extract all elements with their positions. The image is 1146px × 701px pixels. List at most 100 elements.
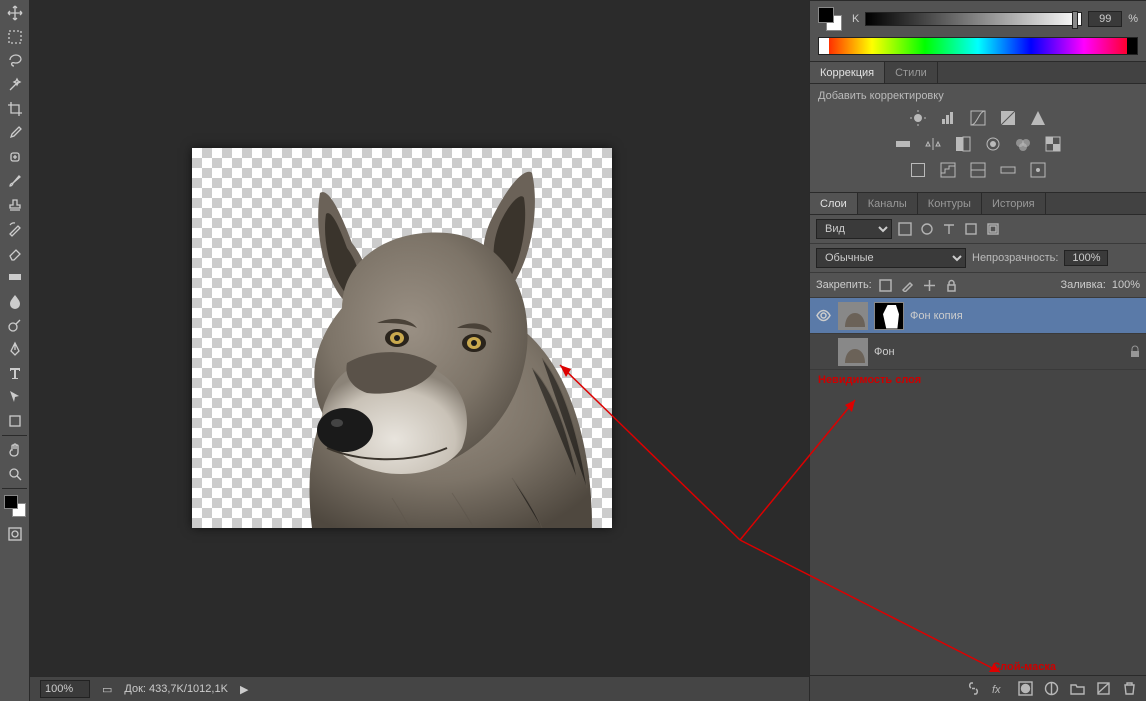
layer-thumbnail[interactable] (838, 302, 868, 330)
gradient-tool-icon[interactable] (3, 266, 27, 288)
balance-icon[interactable] (922, 134, 944, 154)
fill-value[interactable]: 100% (1112, 279, 1140, 291)
tab-channels[interactable]: Каналы (858, 193, 918, 214)
tab-history[interactable]: История (982, 193, 1046, 214)
stamp-tool-icon[interactable] (3, 194, 27, 216)
document-canvas[interactable] (192, 148, 612, 528)
filter-smart-icon[interactable] (984, 220, 1002, 238)
annotation-mask: Слой-маска (992, 661, 1056, 673)
history-brush-icon[interactable] (3, 218, 27, 240)
add-adjustment-label: Добавить корректировку (818, 90, 1138, 102)
lasso-tool-icon[interactable] (3, 50, 27, 72)
channel-label: K (852, 13, 859, 25)
chevron-right-icon[interactable]: ▶ (240, 683, 248, 696)
color-panel: K 99 % (810, 0, 1146, 61)
status-icon: ▭ (102, 683, 112, 696)
lock-position-icon[interactable] (922, 277, 938, 293)
tab-styles[interactable]: Стили (885, 62, 938, 83)
blur-tool-icon[interactable] (3, 290, 27, 312)
right-panels: K 99 % Коррекция Стили Добавить корректи… (809, 0, 1146, 701)
zoom-field[interactable] (40, 680, 90, 698)
tab-adjustments[interactable]: Коррекция (810, 62, 885, 83)
annotation-visibility: Невидимость слоя (810, 370, 1146, 390)
invert-icon[interactable] (907, 160, 929, 180)
vibrance-icon[interactable] (1027, 108, 1049, 128)
filter-image-icon[interactable] (896, 220, 914, 238)
shape-tool-icon[interactable] (3, 410, 27, 432)
lock-transparent-icon[interactable] (878, 277, 894, 293)
gradient-map-icon[interactable] (997, 160, 1019, 180)
blend-mode-select[interactable]: Обычные (816, 248, 966, 268)
opacity-value[interactable]: 100% (1064, 250, 1108, 266)
crop-tool-icon[interactable] (3, 98, 27, 120)
layers-panel: Слои Каналы Контуры История Вид Обычные … (810, 192, 1146, 701)
healing-tool-icon[interactable] (3, 146, 27, 168)
move-tool-icon[interactable] (3, 2, 27, 24)
adjustments-panel: Коррекция Стили Добавить корректировку (810, 61, 1146, 192)
lock-icon (1128, 345, 1142, 359)
fx-icon[interactable]: fx (990, 680, 1008, 698)
lookup-icon[interactable] (1042, 134, 1064, 154)
layer-name: Фон копия (910, 310, 1142, 322)
new-layer-icon[interactable] (1094, 680, 1112, 698)
visibility-toggle[interactable] (814, 307, 832, 325)
link-layers-icon[interactable] (964, 680, 982, 698)
curves-icon[interactable] (967, 108, 989, 128)
layer-list: Фон копия Фон Невидимость слоя (810, 298, 1146, 675)
add-mask-icon[interactable] (1016, 680, 1034, 698)
mixer-icon[interactable] (1012, 134, 1034, 154)
svg-text:fx: fx (992, 684, 1001, 696)
fill-label: Заливка: (1060, 279, 1105, 291)
lock-all-icon[interactable] (944, 277, 960, 293)
wolf-image (192, 148, 612, 528)
levels-icon[interactable] (937, 108, 959, 128)
new-adjustment-icon[interactable] (1042, 680, 1060, 698)
brush-tool-icon[interactable] (3, 170, 27, 192)
dodge-tool-icon[interactable] (3, 314, 27, 336)
tab-layers[interactable]: Слои (810, 193, 858, 214)
layer-row[interactable]: Фон (810, 334, 1146, 370)
color-swatches[interactable] (4, 495, 26, 517)
pen-tool-icon[interactable] (3, 338, 27, 360)
zoom-tool-icon[interactable] (3, 463, 27, 485)
canvas-area[interactable] (30, 0, 809, 676)
panel-swatches[interactable] (818, 7, 842, 31)
wand-tool-icon[interactable] (3, 74, 27, 96)
visibility-toggle[interactable] (814, 343, 832, 361)
k-slider[interactable] (865, 12, 1082, 26)
opacity-label: Непрозрачность: (972, 252, 1058, 264)
hue-icon[interactable] (892, 134, 914, 154)
layer-thumbnail[interactable] (838, 338, 868, 366)
brightness-icon[interactable] (907, 108, 929, 128)
hand-tool-icon[interactable] (3, 439, 27, 461)
percent-label: % (1128, 13, 1138, 25)
tab-paths[interactable]: Контуры (918, 193, 982, 214)
spectrum-bar[interactable] (818, 37, 1138, 55)
quickmask-icon[interactable] (3, 523, 27, 545)
marquee-tool-icon[interactable] (3, 26, 27, 48)
new-group-icon[interactable] (1068, 680, 1086, 698)
layer-name: Фон (874, 346, 1122, 358)
type-tool-icon[interactable] (3, 362, 27, 384)
layer-row[interactable]: Фон копия (810, 298, 1146, 334)
filter-adjust-icon[interactable] (918, 220, 936, 238)
bw-icon[interactable] (952, 134, 974, 154)
filter-type-icon[interactable] (940, 220, 958, 238)
photo-filter-icon[interactable] (982, 134, 1004, 154)
eraser-tool-icon[interactable] (3, 242, 27, 264)
posterize-icon[interactable] (937, 160, 959, 180)
delete-layer-icon[interactable] (1120, 680, 1138, 698)
filter-shape-icon[interactable] (962, 220, 980, 238)
mask-thumbnail[interactable] (874, 302, 904, 330)
k-value[interactable]: 99 (1088, 11, 1122, 27)
tools-sidebar (0, 0, 30, 701)
lock-paint-icon[interactable] (900, 277, 916, 293)
layer-filter-select[interactable]: Вид (816, 219, 892, 239)
eyedropper-tool-icon[interactable] (3, 122, 27, 144)
threshold-icon[interactable] (967, 160, 989, 180)
path-select-icon[interactable] (3, 386, 27, 408)
selective-icon[interactable] (1027, 160, 1049, 180)
status-bar: ▭ Док: 433,7K/1012,1K ▶ (30, 676, 809, 701)
doc-info: Док: 433,7K/1012,1K (124, 683, 228, 695)
exposure-icon[interactable] (997, 108, 1019, 128)
